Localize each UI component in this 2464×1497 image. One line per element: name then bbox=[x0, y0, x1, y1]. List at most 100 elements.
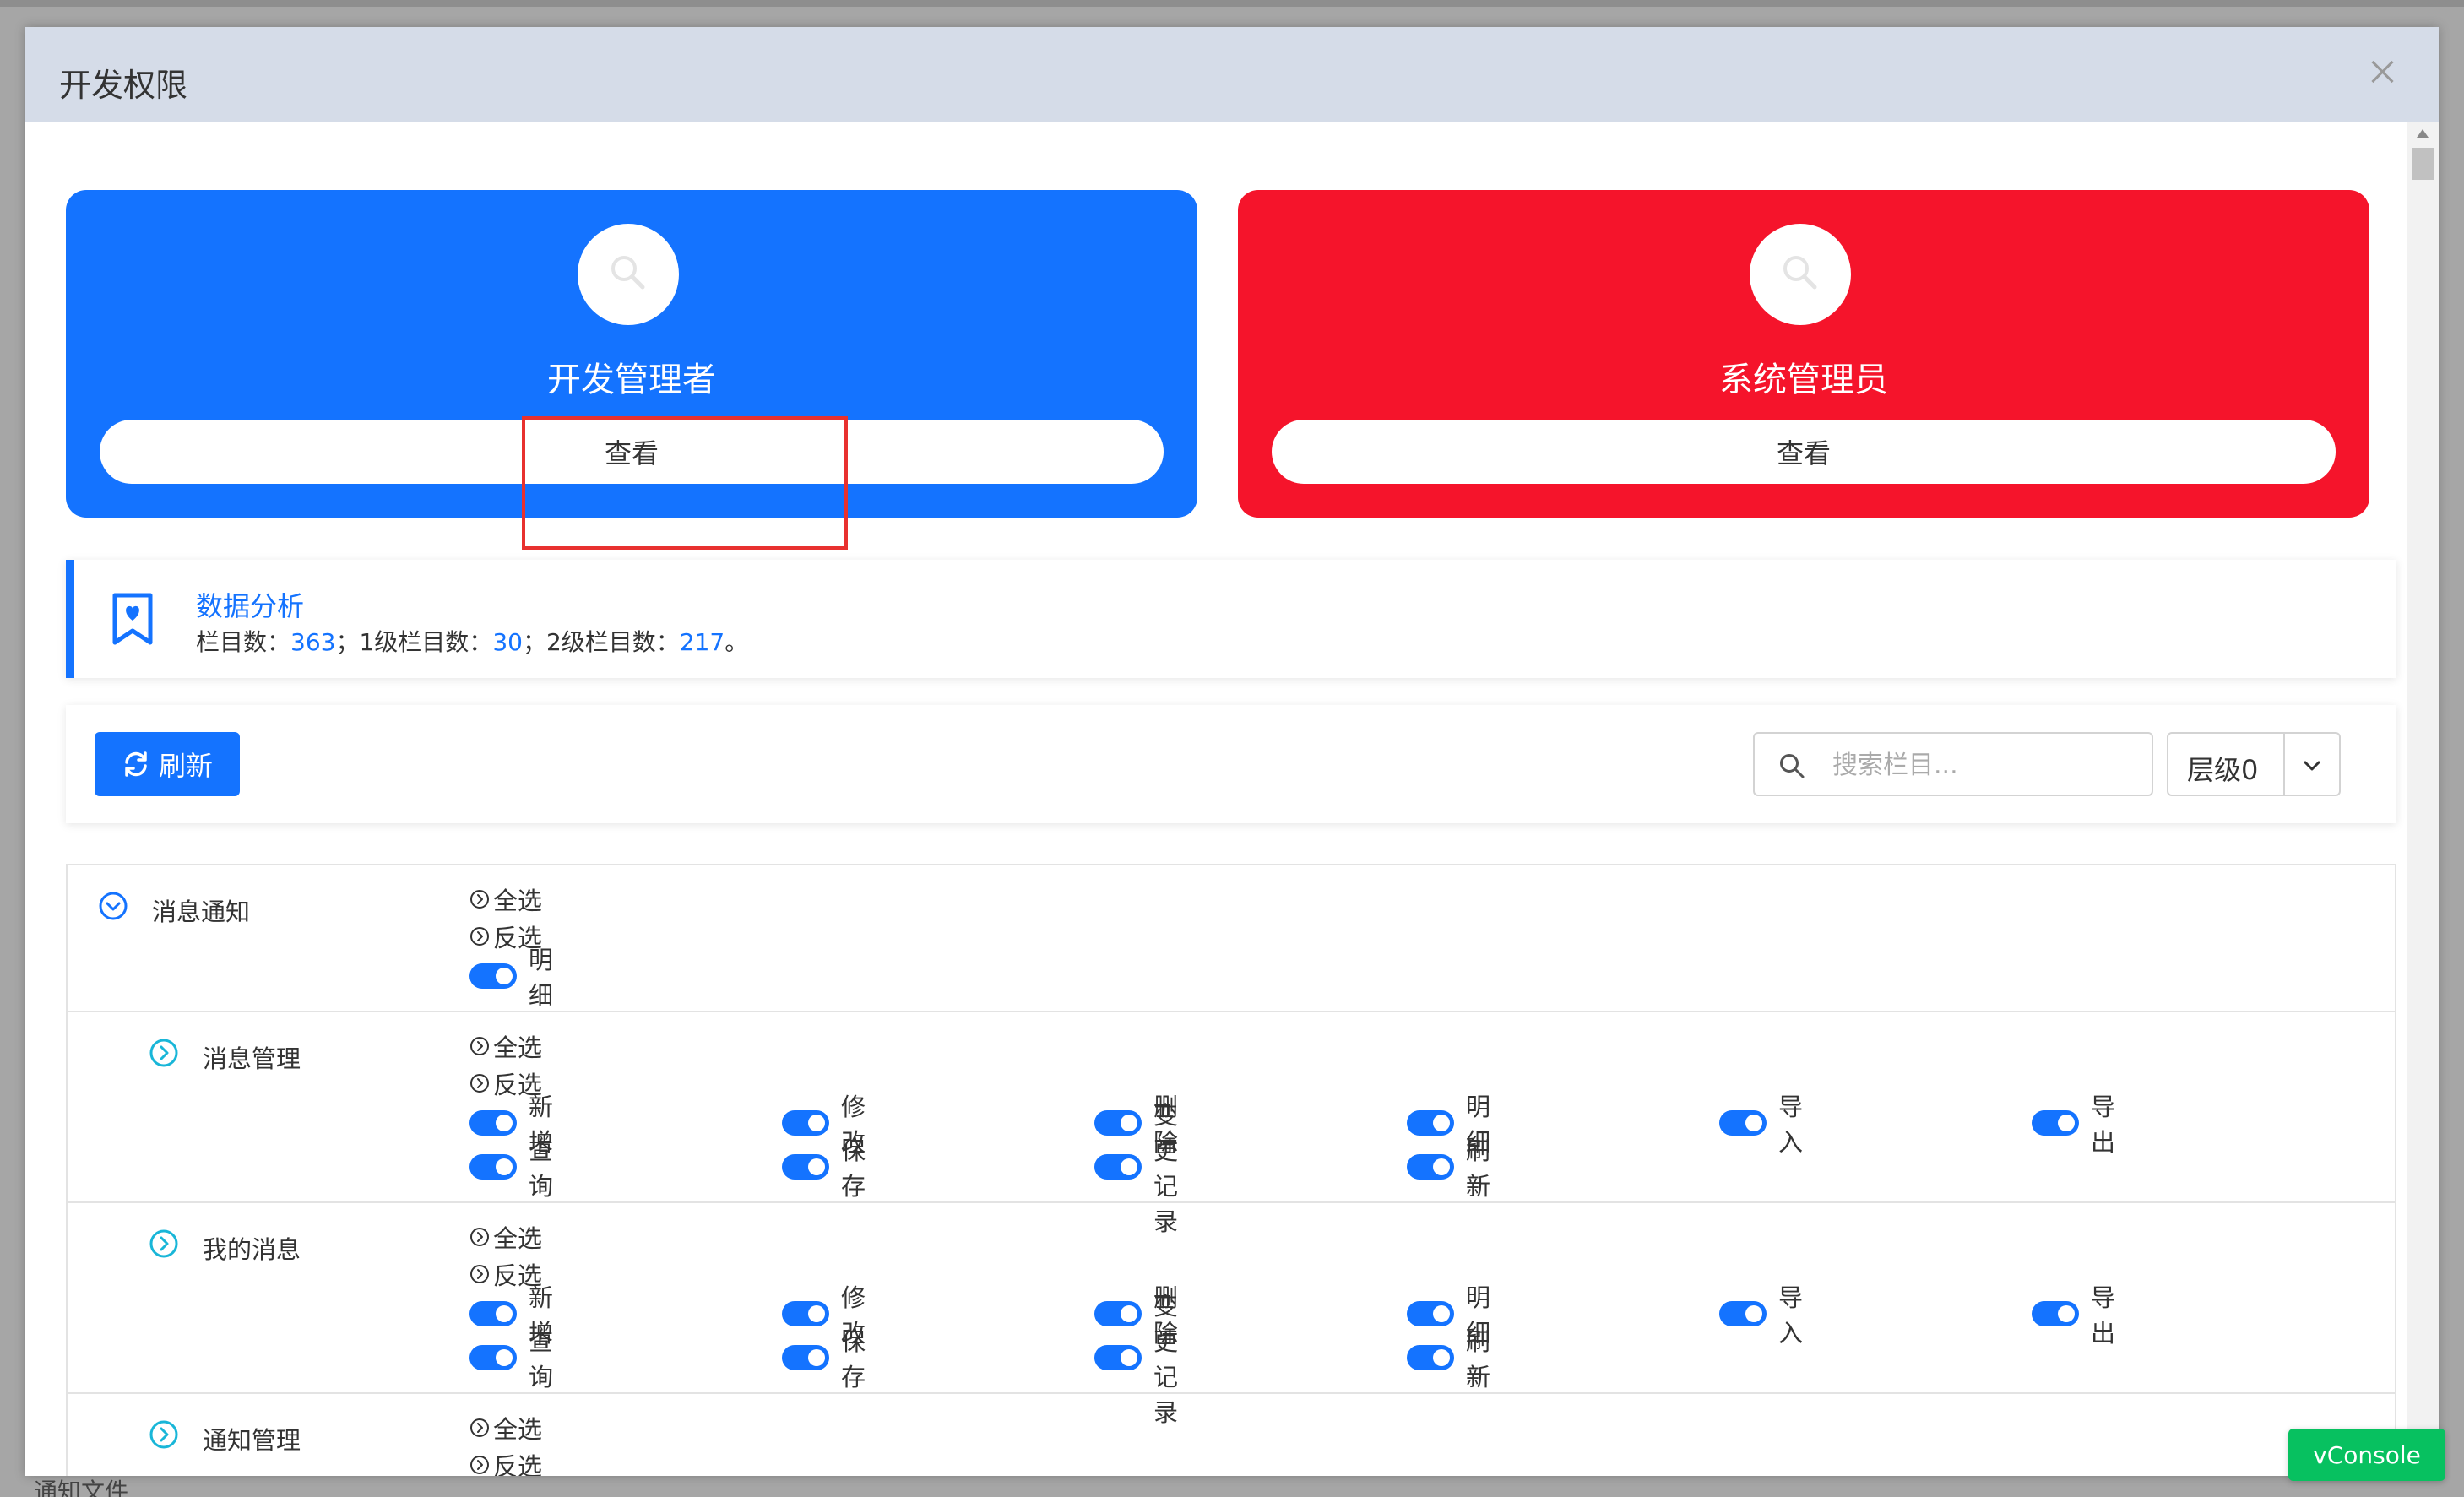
arrow-circle-icon bbox=[470, 1265, 489, 1283]
bookmark-heart-icon bbox=[112, 593, 153, 645]
toggle-switch[interactable] bbox=[469, 1110, 517, 1136]
permission-area: 全选反选新增修改删除明细导入导出 bbox=[469, 1409, 2115, 1476]
arrow-circle-icon bbox=[470, 1074, 489, 1093]
refresh-label: 刷新 bbox=[158, 750, 213, 782]
toggle-switch[interactable] bbox=[2032, 1110, 2079, 1136]
toggle-switch[interactable] bbox=[782, 1154, 829, 1180]
switch-knob bbox=[1433, 1158, 1450, 1175]
switch-knob bbox=[496, 1349, 513, 1366]
select-all-link[interactable]: 全选 bbox=[469, 1028, 542, 1065]
tree-row-label: 我的消息 bbox=[203, 1235, 301, 1264]
toggle-switch[interactable] bbox=[1094, 1154, 1142, 1180]
toggle-switch[interactable] bbox=[1407, 1110, 1454, 1136]
switch-knob bbox=[808, 1349, 825, 1366]
select-all-link[interactable]: 全选 bbox=[469, 1409, 542, 1446]
scroll-up-arrow-icon[interactable] bbox=[2417, 129, 2429, 138]
scrollbar[interactable] bbox=[2407, 122, 2439, 1476]
toggle-switch[interactable] bbox=[1407, 1301, 1454, 1326]
permission-toggle[interactable]: 查询 bbox=[469, 1136, 553, 1201]
tree-row-label: 消息管理 bbox=[203, 1044, 301, 1073]
switch-knob bbox=[808, 1305, 825, 1322]
switch-knob bbox=[808, 1115, 825, 1131]
permission-label: 查询 bbox=[529, 1327, 554, 1391]
permission-toggle[interactable]: 导入 bbox=[1719, 1093, 1803, 1157]
search-icon bbox=[1780, 754, 1805, 778]
permission-toggle[interactable]: 保存 bbox=[782, 1136, 866, 1201]
permission-toggle[interactable]: 保存 bbox=[782, 1327, 866, 1391]
permission-toggle[interactable]: 导出 bbox=[2032, 1093, 2115, 1157]
permission-label: 保存 bbox=[841, 1327, 866, 1391]
permission-label: 导出 bbox=[2091, 1469, 2115, 1476]
chevron-right-circle-icon[interactable] bbox=[149, 1038, 179, 1068]
toggle-switch[interactable] bbox=[782, 1301, 829, 1326]
switch-knob bbox=[1433, 1349, 1450, 1366]
permission-toggle[interactable]: 刷新 bbox=[1407, 1136, 1490, 1201]
view-button[interactable]: 查看 bbox=[1272, 420, 2336, 484]
toggle-switch[interactable] bbox=[469, 1301, 517, 1326]
toggle-switch[interactable] bbox=[469, 1154, 517, 1180]
role-avatar bbox=[578, 224, 679, 325]
permission-toggle[interactable]: 变更记录 bbox=[1094, 1292, 1178, 1427]
select-all-label: 全选 bbox=[493, 887, 543, 915]
toggle-switch[interactable] bbox=[1407, 1154, 1454, 1180]
chevron-right-circle-icon[interactable] bbox=[149, 1419, 179, 1450]
permission-label: 导入 bbox=[1778, 1283, 1804, 1348]
toggle-switch[interactable] bbox=[1094, 1345, 1142, 1370]
permission-toggle[interactable]: 导入 bbox=[1719, 1283, 1803, 1348]
select-all-link[interactable]: 全选 bbox=[469, 881, 542, 918]
refresh-button[interactable]: 刷新 bbox=[95, 732, 240, 796]
permission-label: 刷新 bbox=[1466, 1136, 1491, 1201]
level-select[interactable]: 层级0 bbox=[2167, 732, 2341, 796]
tree-row-label: 消息通知 bbox=[152, 898, 251, 926]
switch-knob bbox=[2058, 1115, 2075, 1131]
search-box[interactable] bbox=[1753, 732, 2153, 796]
toggle-switch[interactable] bbox=[782, 1345, 829, 1370]
toggle-switch[interactable] bbox=[1719, 1110, 1767, 1136]
toggle-switch[interactable] bbox=[1719, 1301, 1767, 1326]
stat-value: 30 bbox=[492, 628, 523, 656]
chevron-down-circle-icon[interactable] bbox=[98, 891, 128, 921]
data-analysis-panel: 数据分析 栏目数：363；1级栏目数：30；2级栏目数：217。 bbox=[66, 560, 2396, 678]
tree-row: 通知管理 全选反选新增修改删除明细导入导出 bbox=[68, 1394, 2395, 1476]
permission-label: 查询 bbox=[529, 1136, 554, 1201]
permission-toggle[interactable]: 变更记录 bbox=[1094, 1101, 1178, 1236]
stat-label: 2级栏目数： bbox=[545, 628, 680, 656]
tree-row-label: 通知管理 bbox=[203, 1426, 301, 1455]
vconsole-button[interactable]: vConsole bbox=[2288, 1429, 2445, 1481]
permission-toggle[interactable]: 刷新 bbox=[1407, 1327, 1490, 1391]
analysis-stats: 栏目数：363；1级栏目数：30；2级栏目数：217。 bbox=[196, 624, 748, 658]
toggle-switch[interactable] bbox=[1094, 1301, 1142, 1326]
permission-area: 全选 反选 新增 修改 删除 明细 导入 导出 查询 保存 变更记录 刷新 bbox=[469, 1218, 2115, 1427]
dialog-header: 开发权限 bbox=[25, 27, 2439, 122]
switch-knob bbox=[1745, 1115, 1762, 1131]
background-text: 通知文件 bbox=[34, 1478, 129, 1497]
switch-knob bbox=[1433, 1305, 1450, 1322]
scroll-thumb[interactable] bbox=[2412, 148, 2434, 180]
search-input[interactable] bbox=[1832, 744, 2136, 786]
stat-separator: ； bbox=[335, 628, 360, 656]
permission-toggle[interactable]: 导出 bbox=[2032, 1283, 2115, 1348]
toggle-switch[interactable] bbox=[1094, 1110, 1142, 1136]
tree-row: 我的消息 全选 反选 新增 修改 删除 明细 导入 导出 查询 保存 变更记录 刷新 bbox=[68, 1203, 2395, 1427]
permission-toggle[interactable]: 查询 bbox=[469, 1327, 553, 1391]
chevron-down-icon bbox=[2304, 761, 2320, 771]
select-all-link[interactable]: 全选 bbox=[469, 1218, 542, 1256]
arrow-circle-icon bbox=[470, 1456, 489, 1474]
permission-label: 保存 bbox=[841, 1136, 866, 1201]
switch-knob bbox=[808, 1158, 825, 1175]
stat-value: 363 bbox=[290, 628, 336, 656]
toggle-switch[interactable] bbox=[782, 1110, 829, 1136]
role-avatar bbox=[1750, 224, 1851, 325]
toggle-switch[interactable] bbox=[1407, 1345, 1454, 1370]
toggle-switch[interactable] bbox=[469, 963, 517, 989]
stat-value: 217 bbox=[679, 628, 725, 656]
tree-row: 消息管理 全选 反选 新增 修改 删除 明细 导入 导出 查询 保存 变更记录 刷新 bbox=[68, 1012, 2395, 1236]
stat-label: 栏目数： bbox=[196, 628, 291, 656]
chevron-right-circle-icon[interactable] bbox=[149, 1229, 179, 1259]
toggle-switch[interactable] bbox=[2032, 1301, 2079, 1326]
permission-grid: 明细 bbox=[469, 946, 553, 1010]
permission-grid: 新增 修改 删除 明细 导入 导出 查询 保存 变更记录 刷新 bbox=[469, 1093, 2115, 1236]
close-icon[interactable] bbox=[2366, 56, 2400, 89]
permission-toggle[interactable]: 明细 bbox=[469, 946, 553, 1010]
toggle-switch[interactable] bbox=[469, 1345, 517, 1370]
